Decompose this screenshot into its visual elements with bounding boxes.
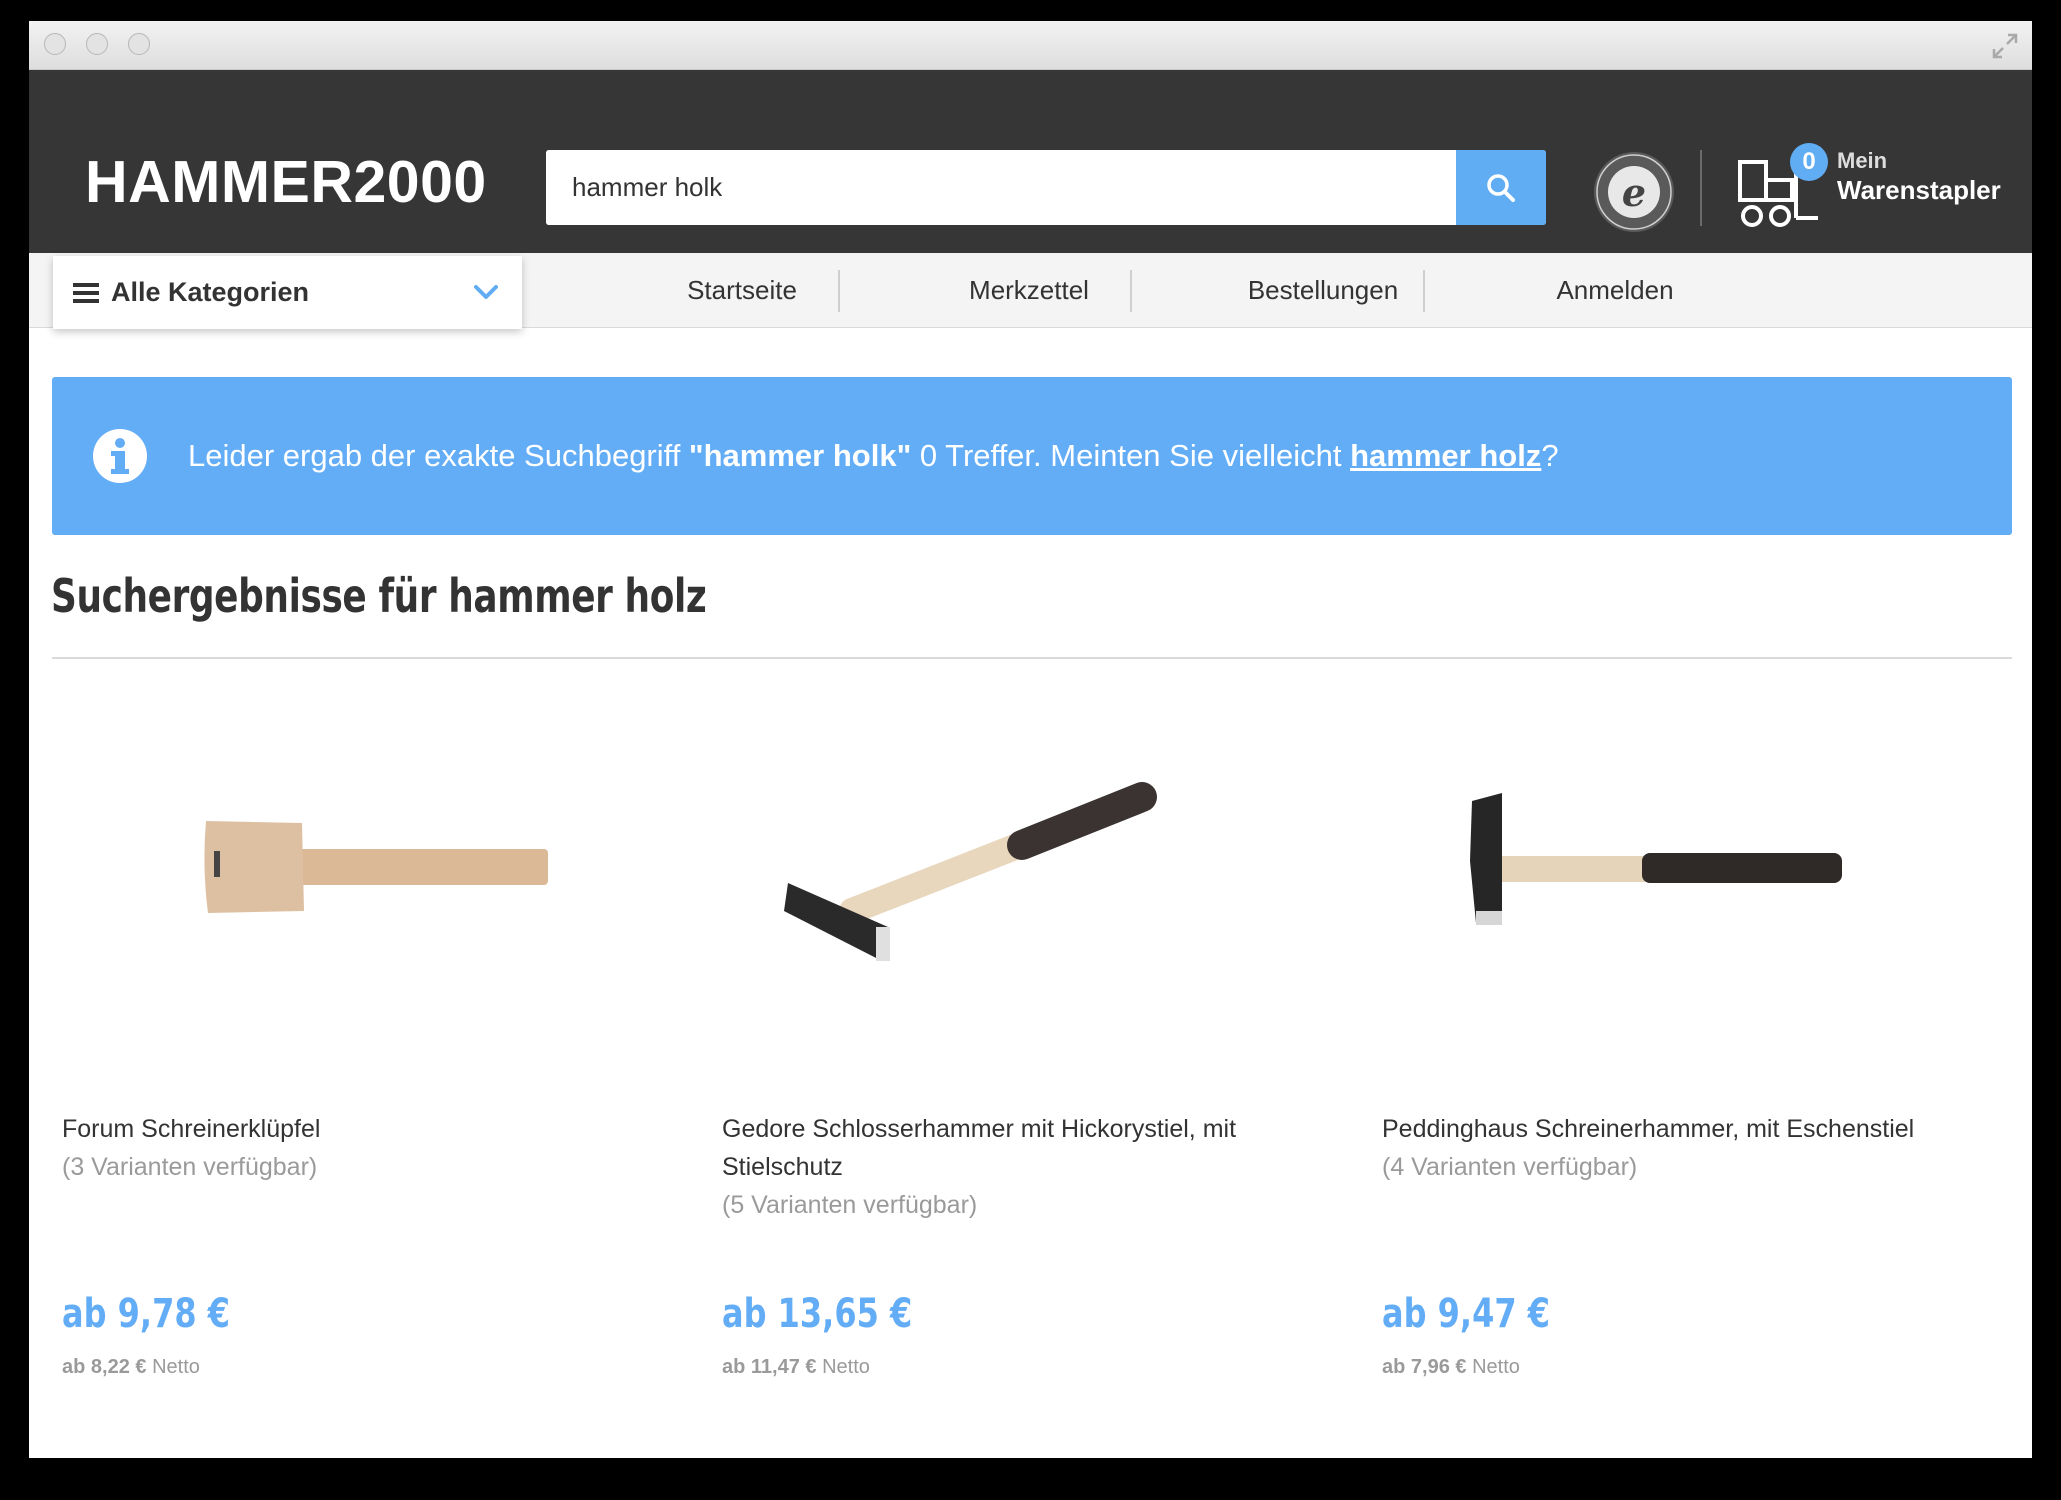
window-minimize-button[interactable] — [86, 33, 108, 55]
product-net-label: Netto — [816, 1356, 870, 1378]
product-image[interactable] — [32, 761, 672, 1031]
product-price: ab 13,65 € — [722, 1291, 913, 1337]
product-net-value: ab 8,22 € — [62, 1356, 147, 1378]
results-title: Suchergebnisse für hammer holz — [51, 569, 707, 623]
alert-message: Leider ergab der exakte Suchbegriff "ham… — [188, 438, 1559, 474]
product-image[interactable] — [1352, 761, 1992, 1031]
product-name-block: Peddinghaus Schreinerhammer, mit Eschens… — [1382, 1110, 1962, 1186]
product-variants: (3 Varianten verfügbar) — [62, 1153, 318, 1181]
product-price: ab 9,47 € — [1382, 1291, 1550, 1337]
search-button[interactable] — [1456, 150, 1546, 225]
browser-window: HAMMER2000 e — [29, 21, 2032, 1458]
fullscreen-icon[interactable] — [1988, 29, 2022, 63]
alert-suffix: ? — [1541, 438, 1559, 473]
header-divider — [1700, 150, 1702, 226]
category-dropdown-label: Alle Kategorien — [111, 277, 310, 307]
product-net-price: ab 8,22 € Netto — [62, 1356, 200, 1379]
window-zoom-button[interactable] — [128, 33, 150, 55]
cart-label-bottom: Warenstapler — [1837, 175, 2001, 205]
alert-prefix: Leider ergab der exakte Suchbegriff — [188, 438, 689, 473]
cart-button[interactable]: 0 Mein Warenstapler — [1726, 140, 2032, 240]
product-variants: (5 Varianten verfügbar) — [722, 1191, 978, 1219]
alert-search-term: "hammer holk" — [688, 438, 912, 473]
product-name[interactable]: Gedore Schlosserhammer mit Hickorystiel,… — [722, 1110, 1302, 1186]
product-image[interactable] — [692, 761, 1332, 1031]
product-card[interactable]: Gedore Schlosserhammer mit Hickorystiel,… — [692, 761, 1332, 1421]
info-icon — [93, 429, 147, 483]
cart-label-top: Mein — [1837, 148, 1888, 173]
main-nav: Alle Kategorien Startseite Merkzettel Be… — [29, 253, 2032, 329]
product-name-block: Forum Schreinerklüpfel (3 Varianten verf… — [62, 1110, 642, 1186]
cart-count-badge: 0 — [1790, 143, 1828, 181]
product-price: ab 9,78 € — [62, 1291, 230, 1337]
category-dropdown[interactable]: Alle Kategorien — [53, 256, 522, 329]
product-net-price: ab 11,47 € Netto — [722, 1356, 870, 1379]
product-net-value: ab 7,96 € — [1382, 1356, 1467, 1378]
product-net-label: Netto — [146, 1356, 200, 1378]
product-card[interactable]: Forum Schreinerklüpfel (3 Varianten verf… — [32, 761, 672, 1421]
trusted-shops-seal-icon[interactable]: e — [1592, 150, 1676, 234]
search-icon — [1487, 173, 1515, 202]
search-bar — [546, 150, 1546, 225]
search-input[interactable] — [546, 150, 1419, 225]
site-logo[interactable]: HAMMER2000 — [85, 148, 487, 216]
product-variants: (4 Varianten verfügbar) — [1382, 1153, 1638, 1181]
product-name[interactable]: Peddinghaus Schreinerhammer, mit Eschens… — [1382, 1110, 1962, 1148]
results-divider — [52, 657, 2012, 659]
product-name-block: Gedore Schlosserhammer mit Hickorystiel,… — [722, 1110, 1302, 1224]
suggestion-link[interactable]: hammer holz — [1350, 438, 1541, 473]
svg-text:e: e — [1622, 170, 1646, 215]
window-close-button[interactable] — [44, 33, 66, 55]
product-net-label: Netto — [1466, 1356, 1520, 1378]
nav-divider — [1423, 270, 1425, 312]
product-name[interactable]: Forum Schreinerklüpfel — [62, 1110, 642, 1148]
nav-item-startseite[interactable]: Startseite — [597, 253, 887, 327]
alert-middle: 0 Treffer. Meinten Sie vielleicht — [911, 438, 1351, 473]
search-suggestion-alert: Leider ergab der exakte Suchbegriff "ham… — [52, 377, 2012, 535]
nav-divider — [838, 270, 840, 312]
product-net-value: ab 11,47 € — [722, 1356, 817, 1378]
nav-item-anmelden[interactable]: Anmelden — [1470, 253, 1760, 327]
product-card[interactable]: Peddinghaus Schreinerhammer, mit Eschens… — [1352, 761, 1992, 1421]
window-titlebar — [29, 21, 2032, 70]
chevron-down-icon — [474, 285, 498, 299]
site-header: HAMMER2000 e — [29, 70, 2032, 253]
menu-icon — [73, 282, 99, 303]
product-net-price: ab 7,96 € Netto — [1382, 1356, 1520, 1379]
nav-divider — [1130, 270, 1132, 312]
